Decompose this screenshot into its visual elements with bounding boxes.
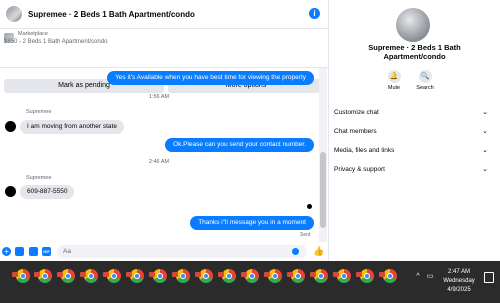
gif-icon[interactable]: GIF [42, 247, 51, 256]
listing-thumbnail[interactable] [6, 6, 22, 22]
system-clock[interactable]: 2:47 AM Wednesday 4/9/2025 [437, 268, 481, 295]
chat-title[interactable]: Supremee · 2 Beds 1 Bath Apartment/condo [28, 10, 195, 19]
emoji-icon[interactable] [292, 248, 299, 255]
row-label: Customize chat [334, 109, 379, 116]
network-icon[interactable]: ▭ [426, 273, 434, 281]
message-incoming[interactable]: 609-887-5550 [20, 185, 75, 199]
message-outgoing[interactable]: Thanks i"ll message you in a moment [190, 216, 314, 230]
search-icon: 🔍 [418, 70, 432, 83]
chevron-down-icon: ⌄ [482, 109, 488, 116]
avatar[interactable] [5, 186, 16, 197]
chrome-icon[interactable] [264, 269, 282, 283]
avatar[interactable] [5, 121, 16, 132]
chrome-icon[interactable] [80, 269, 98, 283]
chrome-icon[interactable] [356, 269, 374, 283]
search-button[interactable]: 🔍 Search [405, 70, 445, 91]
sender-name: Supremee [26, 109, 52, 115]
clock-date: 4/9/2025 [447, 287, 471, 293]
chat-scrollbar-thumb[interactable] [320, 152, 326, 228]
chrome-icon[interactable] [149, 269, 167, 283]
bell-icon: 🔔 [387, 70, 401, 83]
chrome-icon[interactable] [195, 269, 213, 283]
chrome-icon[interactable] [172, 269, 190, 283]
chrome-icon[interactable] [103, 269, 121, 283]
chrome-icon[interactable] [57, 269, 75, 283]
clock-day: Wednesday [443, 278, 475, 284]
message-outgoing[interactable]: Ok.Please can you send your contact numb… [165, 138, 314, 152]
timestamp: 2:46 AM [148, 159, 170, 165]
chrome-icon[interactable] [310, 269, 328, 283]
message-outgoing[interactable]: Yes it's Available when you have best ti… [107, 71, 314, 85]
message-incoming[interactable]: I am moving from another state [20, 120, 124, 134]
chrome-icon[interactable] [218, 269, 236, 283]
chevron-down-icon: ⌄ [482, 147, 488, 154]
privacy-support-row[interactable]: Privacy & support ⌄ [334, 162, 494, 178]
marketplace-item[interactable]: $850 - 2 Beds 1 Bath Apartment/condo [4, 39, 107, 45]
sticker-icon[interactable] [29, 247, 38, 256]
messenger-window: Supremee · 2 Beds 1 Bath Apartment/condo… [0, 0, 500, 261]
message-input[interactable]: Aa [57, 245, 307, 258]
chevron-down-icon: ⌄ [482, 128, 488, 135]
chrome-icon[interactable] [126, 269, 144, 283]
chat-members-row[interactable]: Chat members ⌄ [334, 124, 494, 140]
marketplace-bar: Marketplace $850 - 2 Beds 1 Bath Apartme… [0, 29, 328, 93]
chrome-icon[interactable] [12, 269, 30, 283]
row-label: Privacy & support [334, 166, 385, 173]
chevron-up-icon[interactable]: ^ [414, 273, 422, 281]
chevron-down-icon: ⌄ [482, 166, 488, 173]
chat-header: Supremee · 2 Beds 1 Bath Apartment/condo… [0, 0, 328, 29]
chrome-icon[interactable] [287, 269, 305, 283]
media-files-row[interactable]: Media, files and links ⌄ [334, 143, 494, 159]
search-label: Search [416, 85, 434, 91]
composer: + GIF Aa 👍 [0, 242, 328, 261]
chat-panel: Supremee · 2 Beds 1 Bath Apartment/condo… [0, 0, 329, 261]
marketplace-label: Marketplace [18, 31, 48, 37]
timestamp: 1:56 AM [148, 94, 170, 100]
message-list: Yes it's Available when you have best ti… [0, 68, 318, 242]
info-icon[interactable]: i [309, 8, 320, 19]
seen-indicator [307, 204, 312, 209]
clock-time: 2:47 AM [447, 269, 470, 275]
sender-name: Supremee [26, 175, 52, 181]
message-placeholder: Aa [63, 248, 71, 255]
taskbar: ^ ▭ 2:47 AM Wednesday 4/9/2025 [0, 261, 500, 303]
details-title: Supremee · 2 Beds 1 Bath Apartment/condo [368, 43, 461, 61]
customize-chat-row[interactable]: Customize chat ⌄ [334, 105, 494, 121]
row-label: Chat members [334, 128, 377, 135]
listing-image[interactable] [396, 8, 430, 42]
sent-status: Sent [300, 232, 311, 238]
chrome-icon[interactable] [34, 269, 52, 283]
notification-icon[interactable] [484, 272, 494, 283]
thumbs-up-icon[interactable]: 👍 [313, 247, 324, 256]
chrome-icon[interactable] [333, 269, 351, 283]
photo-icon[interactable] [15, 247, 24, 256]
chrome-icon[interactable] [379, 269, 397, 283]
chrome-icon[interactable] [241, 269, 259, 283]
plus-icon[interactable]: + [2, 247, 11, 256]
row-label: Media, files and links [334, 147, 395, 154]
details-panel: Supremee · 2 Beds 1 Bath Apartment/condo… [329, 0, 500, 261]
